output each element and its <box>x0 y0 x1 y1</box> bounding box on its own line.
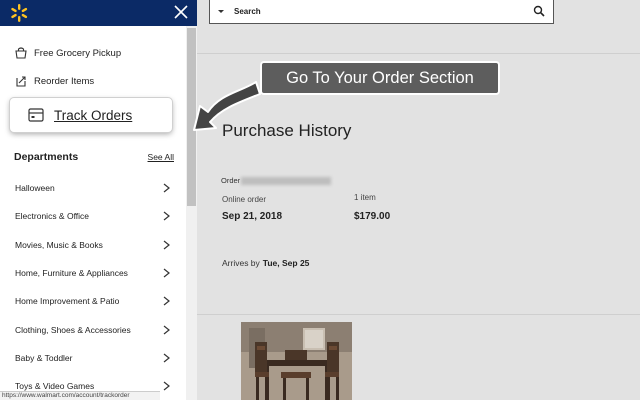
dept-item-label: Home, Furniture & Appliances <box>15 268 128 279</box>
side-menu-header <box>0 0 197 26</box>
divider <box>197 314 640 315</box>
dept-item-label: Clothing, Shoes & Accessories <box>15 324 131 335</box>
chevron-right-icon <box>163 353 170 363</box>
dining-set-image <box>241 322 352 400</box>
reorder-items-link[interactable]: Reorder Items <box>14 72 94 90</box>
chevron-right-icon <box>163 381 170 391</box>
departments-list: Halloween Electronics & Office Movies, M… <box>0 174 186 400</box>
departments-title: Departments <box>14 151 79 163</box>
track-orders-link[interactable]: Track Orders <box>10 98 172 132</box>
search-bar[interactable]: Search <box>209 0 554 24</box>
free-grocery-pickup-link[interactable]: Free Grocery Pickup <box>14 44 121 62</box>
track-orders-label: Track Orders <box>54 107 133 123</box>
item-count: 1 item <box>354 193 376 202</box>
search-dropdown-caret-icon[interactable] <box>218 10 224 13</box>
dept-item-electronics[interactable]: Electronics & Office <box>0 202 186 230</box>
dept-item-home-furniture[interactable]: Home, Furniture & Appliances <box>0 259 186 287</box>
close-icon[interactable] <box>172 3 190 21</box>
dept-item-label: Home Improvement & Patio <box>15 296 120 307</box>
dept-item-halloween[interactable]: Halloween <box>0 174 186 202</box>
order-number-redacted <box>241 176 332 185</box>
free-grocery-pickup-label: Free Grocery Pickup <box>34 47 122 59</box>
walmart-spark-icon[interactable] <box>9 3 29 23</box>
chevron-right-icon <box>163 296 170 306</box>
tutorial-callout: Go To Your Order Section <box>260 61 500 95</box>
chevron-right-icon <box>163 211 170 221</box>
chevron-right-icon <box>163 183 170 193</box>
dept-item-label: Electronics & Office <box>15 211 90 222</box>
dept-item-movies[interactable]: Movies, Music & Books <box>0 231 186 259</box>
product-image[interactable] <box>241 322 352 400</box>
chevron-right-icon <box>163 268 170 278</box>
dept-item-clothing[interactable]: Clothing, Shoes & Accessories <box>0 315 186 343</box>
arrives-date: Tue, Sep 25 <box>262 258 310 268</box>
dept-item-baby[interactable]: Baby & Toddler <box>0 344 186 372</box>
chevron-right-icon <box>163 240 170 250</box>
arrival-info: Arrives by Tue, Sep 25 <box>222 258 309 268</box>
status-bar-url: https://www.walmart.com/account/trackord… <box>0 391 160 400</box>
dept-item-label: Toys & Video Games <box>15 381 95 392</box>
side-menu: Free Grocery Pickup Reorder Items Track … <box>0 0 197 400</box>
order-label: Order <box>221 176 241 185</box>
see-all-link[interactable]: See All <box>148 152 174 162</box>
divider <box>197 53 640 54</box>
chevron-right-icon <box>163 325 170 335</box>
order-number: Order <box>221 176 332 185</box>
dept-item-label: Baby & Toddler <box>15 352 73 363</box>
search-label: Search <box>234 7 261 16</box>
dept-item-label: Halloween <box>15 183 55 194</box>
order-date: Sep 21, 2018 <box>222 211 283 222</box>
dept-item-label: Movies, Music & Books <box>15 239 103 250</box>
box-icon <box>28 108 44 122</box>
reorder-items-label: Reorder Items <box>34 75 95 87</box>
store-pickup-icon <box>15 47 27 59</box>
online-order-label: Online order <box>222 195 267 204</box>
reorder-icon <box>16 76 26 87</box>
search-icon[interactable] <box>533 5 545 17</box>
departments-header: Departments See All <box>14 151 174 163</box>
arrives-label: Arrives by <box>222 258 260 268</box>
dept-item-home-improvement[interactable]: Home Improvement & Patio <box>0 287 186 315</box>
order-total: $179.00 <box>354 211 391 222</box>
purchase-history-title: Purchase History <box>222 121 352 140</box>
